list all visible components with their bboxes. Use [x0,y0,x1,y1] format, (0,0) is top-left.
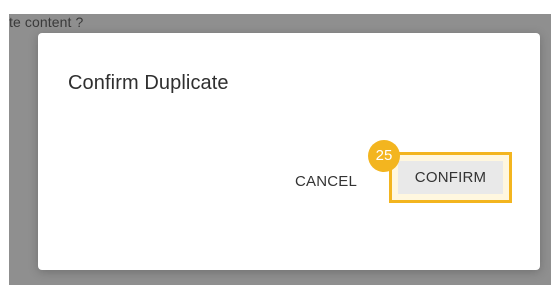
dialog-title: Confirm Duplicate [68,72,229,94]
background-text: te content ? [9,14,84,30]
cancel-button[interactable]: CANCEL [283,164,369,198]
confirm-duplicate-dialog: Confirm Duplicate CANCEL CONFIRM [38,33,540,270]
step-badge: 25 [368,140,400,172]
confirm-highlight: CONFIRM [389,152,512,203]
confirm-button[interactable]: CONFIRM [398,161,503,194]
